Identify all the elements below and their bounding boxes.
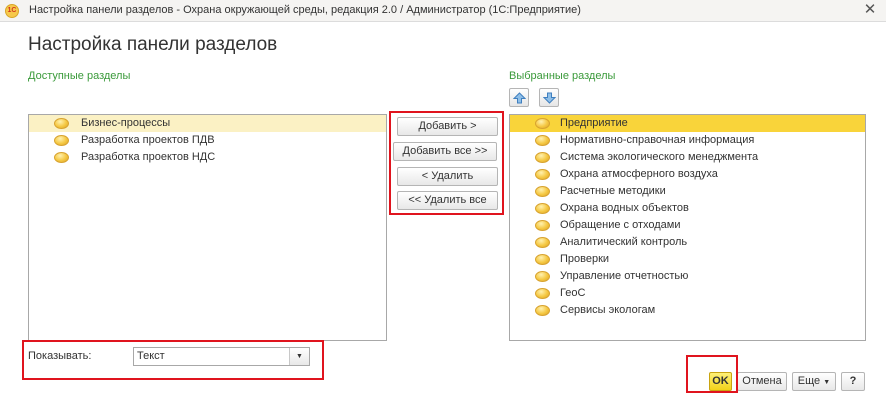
list-item-label: Аналитический контроль [560, 236, 688, 248]
section-bullet-icon [535, 305, 550, 316]
list-item-label: Нормативно-справочная информация [560, 134, 755, 146]
list-item-label: Система экологического менеджмента [560, 151, 759, 163]
cancel-button[interactable]: Отмена [737, 372, 787, 391]
section-bullet-icon [535, 135, 550, 146]
section-bullet-icon [535, 271, 550, 282]
chevron-down-icon: ▼ [823, 379, 831, 386]
highlight-box-actions [389, 111, 504, 215]
list-item[interactable]: ГеоС [510, 285, 865, 302]
section-bullet-icon [54, 135, 69, 146]
section-bullet-icon [535, 186, 550, 197]
list-item[interactable]: Охрана водных объектов [510, 200, 865, 217]
list-item-label: Охрана водных объектов [560, 202, 689, 214]
list-item[interactable]: Система экологического менеджмента [510, 149, 865, 166]
help-button[interactable]: ? [841, 372, 865, 391]
section-bullet-icon [54, 118, 69, 129]
close-icon[interactable]: ✕ [862, 2, 878, 18]
list-item-label: Разработка проектов ПДВ [81, 134, 215, 146]
list-item-label: Сервисы экологам [560, 304, 656, 316]
available-sections-label: Доступные разделы [28, 70, 131, 82]
list-item-label: Обращение с отходами [560, 219, 681, 231]
app-logo-icon: 1С [5, 4, 19, 18]
list-item-label: Охрана атмосферного воздуха [560, 168, 718, 180]
section-bullet-icon [535, 203, 550, 214]
highlight-box-ok [686, 355, 738, 393]
arrow-up-icon [513, 92, 526, 104]
list-item-label: Предприятие [560, 117, 628, 129]
list-item[interactable]: Разработка проектов НДС [29, 149, 386, 166]
list-item[interactable]: Бизнес-процессы [29, 115, 386, 132]
list-item-label: Разработка проектов НДС [81, 151, 216, 163]
move-down-button[interactable] [539, 88, 559, 107]
page-title: Настройка панели разделов [28, 34, 278, 55]
section-bullet-icon [54, 152, 69, 163]
list-item[interactable]: Управление отчетностью [510, 268, 865, 285]
highlight-box-filter [22, 340, 324, 380]
list-item[interactable]: Расчетные методики [510, 183, 865, 200]
list-item-label: Расчетные методики [560, 185, 666, 197]
list-item-label: Управление отчетностью [560, 270, 689, 282]
more-button[interactable]: Еще ▼ [792, 372, 836, 391]
list-item[interactable]: Разработка проектов ПДВ [29, 132, 386, 149]
list-item[interactable]: Сервисы экологам [510, 302, 865, 319]
list-item[interactable]: Проверки [510, 251, 865, 268]
window-titlebar: 1С Настройка панели разделов - Охрана ок… [0, 0, 886, 22]
list-item[interactable]: Предприятие [510, 115, 865, 132]
list-item[interactable]: Нормативно-справочная информация [510, 132, 865, 149]
move-up-button[interactable] [509, 88, 529, 107]
list-item[interactable]: Обращение с отходами [510, 217, 865, 234]
list-item-label: Проверки [560, 253, 610, 265]
list-item[interactable]: Аналитический контроль [510, 234, 865, 251]
section-bullet-icon [535, 169, 550, 180]
section-bullet-icon [535, 237, 550, 248]
list-item-label: ГеоС [560, 287, 586, 299]
selected-sections-label: Выбранные разделы [509, 70, 616, 82]
list-item-label: Бизнес-процессы [81, 117, 171, 129]
section-bullet-icon [535, 220, 550, 231]
selected-sections-list[interactable]: Предприятие Нормативно-справочная информа… [509, 114, 866, 341]
section-bullet-icon [535, 152, 550, 163]
arrow-down-icon [543, 92, 556, 104]
section-bullet-icon [535, 288, 550, 299]
more-button-label: Еще [797, 375, 821, 387]
list-item[interactable]: Охрана атмосферного воздуха [510, 166, 865, 183]
available-sections-list[interactable]: Бизнес-процессы Разработка проектов ПДВ Ра… [28, 114, 387, 341]
section-bullet-icon [535, 118, 550, 129]
section-bullet-icon [535, 254, 550, 265]
window-title: Настройка панели разделов - Охрана окруж… [29, 4, 581, 16]
